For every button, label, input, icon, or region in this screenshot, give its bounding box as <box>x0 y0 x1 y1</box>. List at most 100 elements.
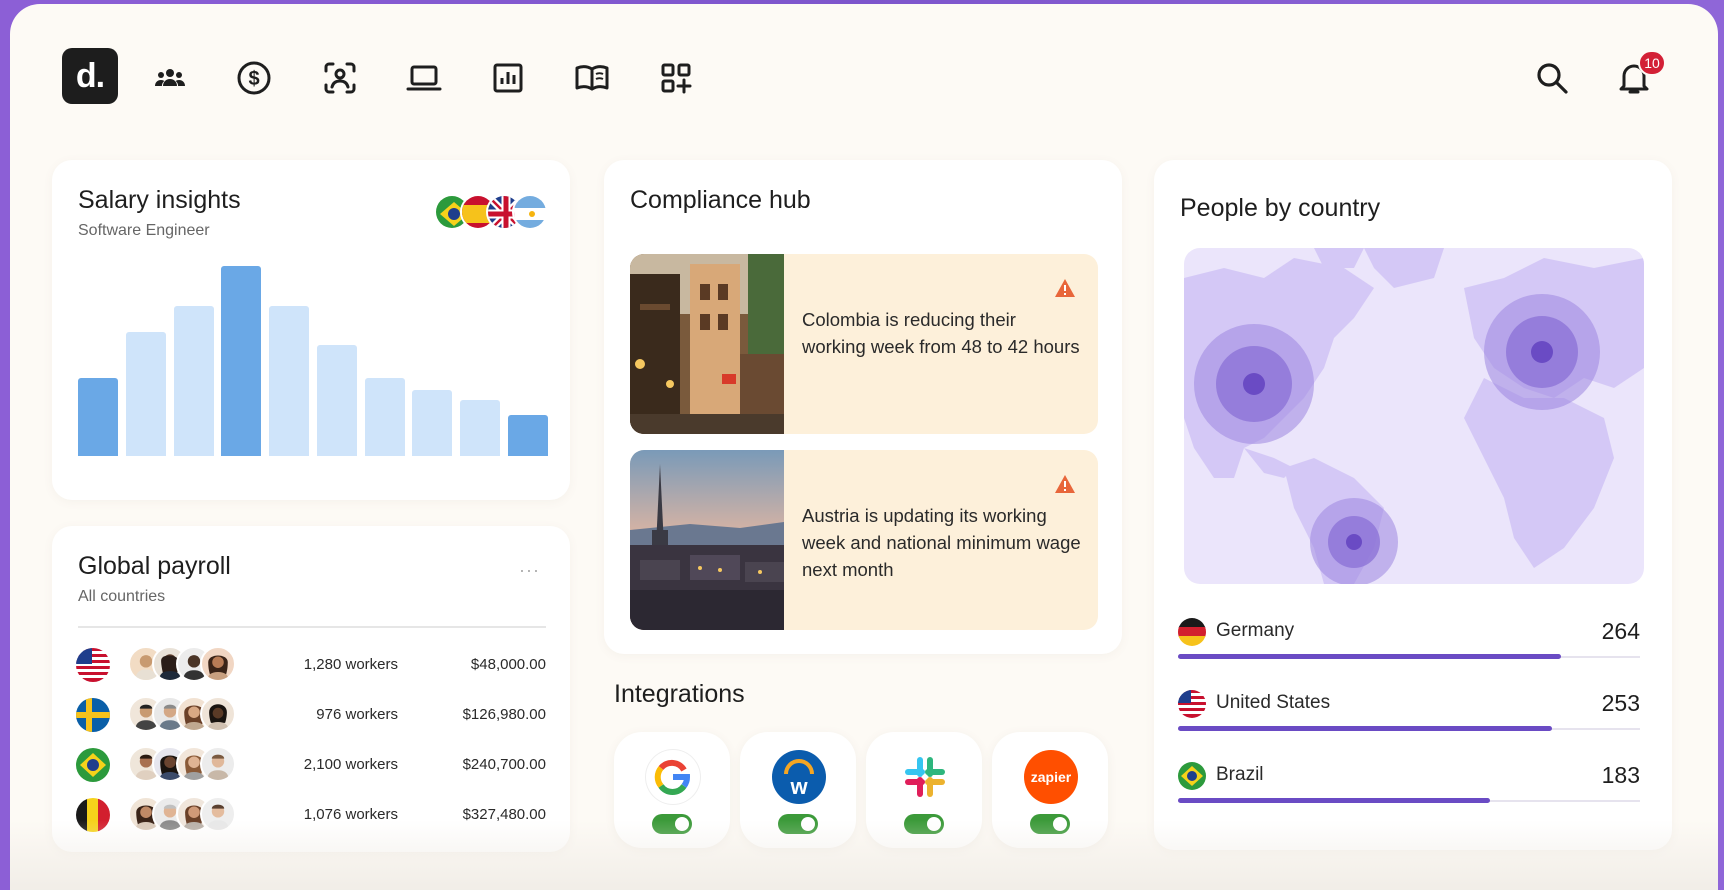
svg-text:$: $ <box>248 68 259 90</box>
country-count: 264 <box>1601 618 1640 644</box>
divider <box>78 626 546 628</box>
payroll-title: Global payroll <box>78 552 231 580</box>
integrations-title: Integrations <box>614 680 745 708</box>
search-icon[interactable] <box>1532 58 1572 98</box>
workers-count: 1,076 workers <box>303 806 398 823</box>
more-options-button[interactable]: ··· <box>519 560 540 581</box>
zapier-icon: zapier <box>1024 750 1078 804</box>
warning-icon <box>1055 279 1075 297</box>
app-frame: d. $ 10 Salary insights Software Enginee… <box>10 4 1718 890</box>
alert-text: Austria is updating its working week and… <box>802 505 1081 580</box>
progress-fill <box>1178 726 1553 731</box>
salary-subtitle: Software Engineer <box>78 222 210 239</box>
country-name: United States <box>1216 692 1331 713</box>
book-icon[interactable] <box>572 58 612 98</box>
payroll-row[interactable]: 1,076 workers $327,480.00 <box>76 796 546 836</box>
sweden-flag-icon <box>76 698 110 732</box>
brazil-flag-icon <box>76 748 110 782</box>
workday-integration[interactable]: w <box>740 732 856 848</box>
salary-bar <box>125 332 166 456</box>
country-progress <box>1178 726 1640 731</box>
svg-text:w: w <box>789 774 808 799</box>
workday-toggle[interactable] <box>778 814 818 834</box>
map-marker-north-america <box>1194 324 1314 444</box>
alert-text: Colombia is reducing their working week … <box>802 309 1080 357</box>
salary-title: Salary insights <box>78 186 241 214</box>
chart-icon[interactable] <box>488 58 528 98</box>
salary-bar <box>173 305 214 456</box>
country-count: 183 <box>1601 762 1640 788</box>
google-integration[interactable] <box>614 732 730 848</box>
workday-icon: w <box>772 750 826 804</box>
payroll-amount: $240,700.00 <box>462 756 546 773</box>
salary-bar <box>460 400 501 456</box>
compliance-hub-card[interactable]: Compliance hub Colombia is reducing thei… <box>604 160 1122 654</box>
country-progress <box>1178 654 1640 659</box>
country-name: Brazil <box>1216 764 1264 785</box>
salary-bar <box>364 377 405 456</box>
country-progress <box>1178 798 1640 803</box>
country-row[interactable]: Germany 264 <box>1178 616 1640 676</box>
slack-toggle[interactable] <box>904 814 944 834</box>
salary-insights-card[interactable]: Salary insights Software Engineer <box>52 160 570 500</box>
add-app-icon[interactable] <box>656 58 696 98</box>
map-marker-south-america <box>1310 498 1398 584</box>
zapier-toggle[interactable] <box>1030 814 1070 834</box>
payroll-row[interactable]: 1,280 workers $48,000.00 <box>76 646 546 686</box>
us-flag-icon <box>76 648 110 682</box>
payroll-subtitle: All countries <box>78 588 166 605</box>
compliance-alert-austria[interactable]: Austria is updating its working week and… <box>630 450 1098 630</box>
salary-bar <box>508 414 548 456</box>
people-by-country-card[interactable]: People by country Germany 264 United Sta… <box>1154 160 1672 850</box>
slack-icon <box>898 750 952 804</box>
avatar <box>200 646 236 682</box>
salary-bar <box>412 390 453 456</box>
payroll-amount: $48,000.00 <box>470 656 546 673</box>
slack-integration[interactable] <box>866 732 982 848</box>
google-toggle[interactable] <box>652 814 692 834</box>
google-icon <box>646 750 700 804</box>
deel-logo[interactable]: d. <box>62 48 118 104</box>
payroll-amount: $327,480.00 <box>462 806 546 823</box>
compliance-alert-colombia[interactable]: Colombia is reducing their working week … <box>630 254 1098 434</box>
map-marker-europe <box>1484 294 1600 410</box>
belgium-flag-icon <box>76 798 110 832</box>
payroll-row[interactable]: 2,100 workers $240,700.00 <box>76 746 546 786</box>
compliance-title: Compliance hub <box>630 186 811 214</box>
country-row[interactable]: United States 253 <box>1178 688 1640 748</box>
payroll-amount: $126,980.00 <box>462 706 546 723</box>
avatar <box>200 796 236 832</box>
country-count: 253 <box>1601 690 1640 716</box>
dollar-icon[interactable]: $ <box>234 58 274 98</box>
brazil-flag-icon <box>1178 762 1206 790</box>
country-row[interactable]: Brazil 183 <box>1178 760 1640 820</box>
zapier-integration[interactable]: zapier <box>992 732 1108 848</box>
us-flag-icon <box>1178 690 1206 718</box>
laptop-icon[interactable] <box>404 58 444 98</box>
people-title: People by country <box>1180 194 1381 222</box>
notification-badge: 10 <box>1638 50 1666 76</box>
workers-count: 2,100 workers <box>303 756 398 773</box>
argentina-flag-icon <box>512 194 548 230</box>
global-payroll-card[interactable]: Global payroll All countries ··· 1,280 w… <box>52 526 570 852</box>
workers-count: 976 workers <box>316 706 398 723</box>
colombia-street-image <box>630 254 784 434</box>
workers-count: 1,280 workers <box>303 656 398 673</box>
salary-bar-chart <box>78 250 548 456</box>
salary-bar <box>221 266 262 456</box>
avatar <box>200 696 236 732</box>
vienna-skyline-image <box>630 450 784 630</box>
country-name: Germany <box>1216 620 1295 641</box>
person-scan-icon[interactable] <box>320 58 360 98</box>
world-map[interactable] <box>1184 248 1644 584</box>
salary-bar <box>78 377 118 456</box>
avatar <box>200 746 236 782</box>
salary-bar <box>316 344 357 456</box>
payroll-row[interactable]: 976 workers $126,980.00 <box>76 696 546 736</box>
germany-flag-icon <box>1178 618 1206 646</box>
people-icon[interactable] <box>150 58 190 98</box>
salary-bar <box>269 305 310 456</box>
warning-icon <box>1055 475 1075 493</box>
progress-fill <box>1178 654 1562 659</box>
progress-fill <box>1178 798 1490 803</box>
